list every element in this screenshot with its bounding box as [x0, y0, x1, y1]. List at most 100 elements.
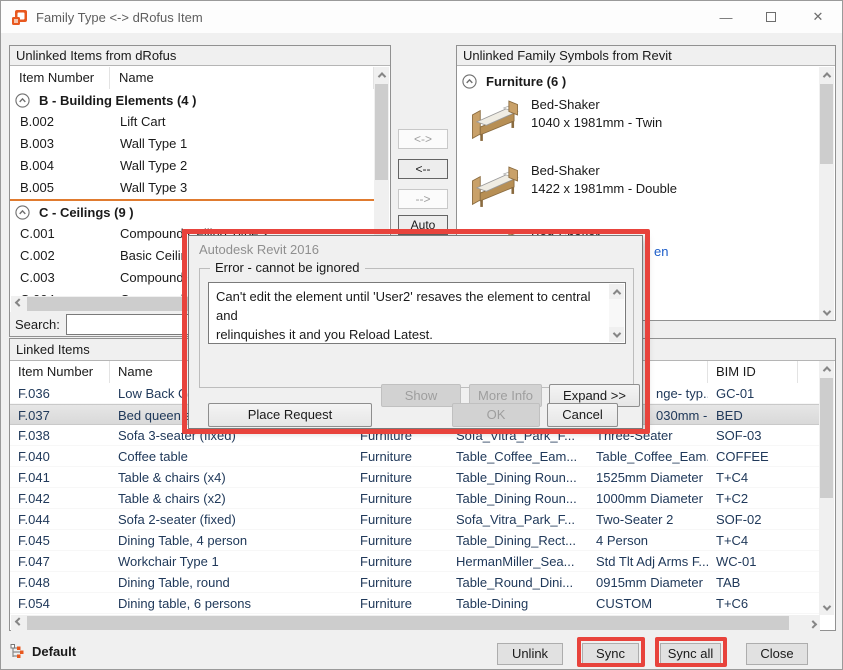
- name-cell: Coffee table: [110, 446, 352, 466]
- name-cell: Dining Table, round: [110, 572, 352, 592]
- revit-error-dialog: Autodesk Revit 2016 Error - cannot be ig…: [188, 235, 643, 429]
- message-scrollbar[interactable]: [609, 284, 624, 342]
- left-column-header: Item Number Name: [10, 67, 374, 89]
- bed-thumbnail-icon: [469, 98, 521, 144]
- type-cell: Two-Seater 2: [588, 509, 708, 529]
- close-dialog-button[interactable]: Close: [746, 643, 808, 665]
- scroll-right-icon: [808, 620, 816, 628]
- scrollbar-thumb[interactable]: [820, 378, 833, 498]
- list-item[interactable]: B.002Lift Cart: [10, 111, 374, 133]
- family-cell: Table_Dining Roun...: [448, 467, 588, 487]
- type-cell: Std Tlt Adj Arms F...: [588, 551, 708, 571]
- list-item[interactable]: B.003Wall Type 1: [10, 133, 374, 155]
- name-cell: Sofa 2-seater (fixed): [110, 509, 352, 529]
- linked-horizontal-scrollbar[interactable]: [11, 615, 820, 631]
- family-cell: Table_Round_Dini...: [448, 572, 588, 592]
- name-cell: Table & chairs (x2): [110, 488, 352, 508]
- collapse-icon[interactable]: [462, 74, 477, 89]
- category-cell: Furniture: [352, 446, 448, 466]
- title-bar: Family Type <-> dRofus Item — ✕: [1, 1, 842, 33]
- scrollbar-thumb[interactable]: [820, 84, 833, 164]
- table-row[interactable]: F.041Table & chairs (x4)FurnitureTable_D…: [10, 467, 820, 488]
- move-left-button[interactable]: <--: [398, 159, 448, 179]
- group-header[interactable]: B - Building Elements (4 ): [10, 89, 374, 111]
- table-row[interactable]: F.042Table & chairs (x2)FurnitureTable_D…: [10, 488, 820, 509]
- item-name-cell: Wall Type 2: [110, 155, 374, 177]
- place-request-button[interactable]: Place Request: [208, 403, 372, 427]
- bim-id-cell: COFFEE: [708, 446, 798, 466]
- item-number-cell: C.002: [10, 245, 110, 267]
- profile-name: Default: [32, 644, 76, 659]
- scroll-down-icon: [822, 307, 830, 315]
- family-size: 1040 x 1981mm - Twin: [531, 114, 662, 132]
- close-button[interactable]: ✕: [801, 5, 835, 29]
- sync-all-button[interactable]: Sync all: [660, 643, 721, 665]
- table-row[interactable]: F.040Coffee tableFurnitureTable_Coffee_E…: [10, 446, 820, 467]
- table-row[interactable]: F.047Workchair Type 1FurnitureHermanMill…: [10, 551, 820, 572]
- column-item-number[interactable]: Item Number: [10, 361, 110, 383]
- item-number-cell: F.047: [10, 551, 110, 571]
- maximize-button[interactable]: [756, 5, 786, 29]
- right-vertical-scrollbar[interactable]: [819, 67, 834, 320]
- column-name[interactable]: Name: [110, 67, 374, 89]
- item-number-cell: F.041: [10, 467, 110, 487]
- app-window: Family Type <-> dRofus Item — ✕ Unlinked…: [0, 0, 843, 670]
- item-number-cell: F.042: [10, 488, 110, 508]
- list-item[interactable]: B.005Wall Type 3: [10, 177, 374, 199]
- item-number-cell: F.037: [10, 405, 110, 424]
- item-number-cell: B.005: [10, 177, 110, 199]
- scroll-up-icon: [822, 366, 830, 374]
- column-bim-id[interactable]: BIM ID: [708, 361, 798, 383]
- profile-mapping-icon: [9, 643, 26, 660]
- list-item[interactable]: B.004Wall Type 2: [10, 155, 374, 177]
- bottom-bar: Default Unlink Sync Sync all Close: [1, 633, 842, 670]
- group-header-furniture[interactable]: Furniture (6 ): [457, 70, 835, 92]
- profile-selector[interactable]: Default: [9, 643, 76, 660]
- column-item-number[interactable]: Item Number: [10, 67, 110, 89]
- family-name: Bed-Shaker: [531, 162, 677, 180]
- window-title: Family Type <-> dRofus Item: [36, 10, 203, 25]
- auto-link-button[interactable]: Auto: [398, 215, 448, 235]
- table-row[interactable]: F.044Sofa 2-seater (fixed)FurnitureSofa_…: [10, 509, 820, 530]
- collapse-icon[interactable]: [15, 93, 30, 108]
- item-number-cell: C.001: [10, 223, 110, 245]
- cancel-button[interactable]: Cancel: [547, 403, 618, 427]
- scroll-left-icon: [14, 298, 22, 306]
- linked-vertical-scrollbar[interactable]: [819, 361, 834, 615]
- family-symbol-text: Bed-Shaker1040 x 1981mm - Twin: [531, 96, 662, 158]
- show-button: Show: [381, 384, 461, 407]
- bed-thumbnail-icon: [469, 164, 521, 210]
- unlink-button[interactable]: Unlink: [497, 643, 563, 665]
- error-message-line: Can't edit the element until 'User2' res…: [216, 287, 605, 325]
- group-header[interactable]: C - Ceilings (9 ): [10, 201, 374, 223]
- scroll-down-icon: [612, 329, 620, 337]
- minimize-button[interactable]: —: [711, 5, 741, 29]
- family-name: Bed-Shaker: [531, 96, 662, 114]
- table-row[interactable]: F.045Dining Table, 4 personFurnitureTabl…: [10, 530, 820, 551]
- category-cell: Furniture: [352, 530, 448, 550]
- table-row[interactable]: F.048Dining Table, roundFurnitureTable_R…: [10, 572, 820, 593]
- scroll-up-icon: [822, 72, 830, 80]
- sync-button[interactable]: Sync: [582, 643, 639, 665]
- scrollbar-thumb[interactable]: [27, 616, 789, 630]
- name-cell: Workchair Type 1: [110, 551, 352, 571]
- bim-id-cell: WC-01: [708, 551, 798, 571]
- bim-id-cell: BED: [708, 405, 798, 424]
- scrollbar-thumb[interactable]: [375, 84, 388, 180]
- category-cell: Furniture: [352, 551, 448, 571]
- family-symbol-item[interactable]: Bed-Shaker1040 x 1981mm - Twin: [457, 92, 817, 158]
- type-cell: 1000mm Diameter: [588, 488, 708, 508]
- category-cell: Furniture: [352, 467, 448, 487]
- item-number-cell: F.054: [10, 593, 110, 613]
- search-label: Search:: [15, 317, 60, 332]
- table-row[interactable]: F.054Dining table, 6 personsFurnitureTab…: [10, 593, 820, 614]
- category-cell: Furniture: [352, 572, 448, 592]
- collapse-icon[interactable]: [15, 205, 30, 220]
- item-number-cell: C.003: [10, 267, 110, 289]
- type-cell: 1525mm Diameter: [588, 467, 708, 487]
- bim-id-cell: SOF-02: [708, 509, 798, 529]
- bim-id-cell: SOF-03: [708, 425, 798, 445]
- error-groupbox: Error - cannot be ignored Can't edit the…: [199, 268, 634, 388]
- item-number-cell: B.002: [10, 111, 110, 133]
- family-symbol-item[interactable]: Bed-Shaker1422 x 1981mm - Double: [457, 158, 817, 224]
